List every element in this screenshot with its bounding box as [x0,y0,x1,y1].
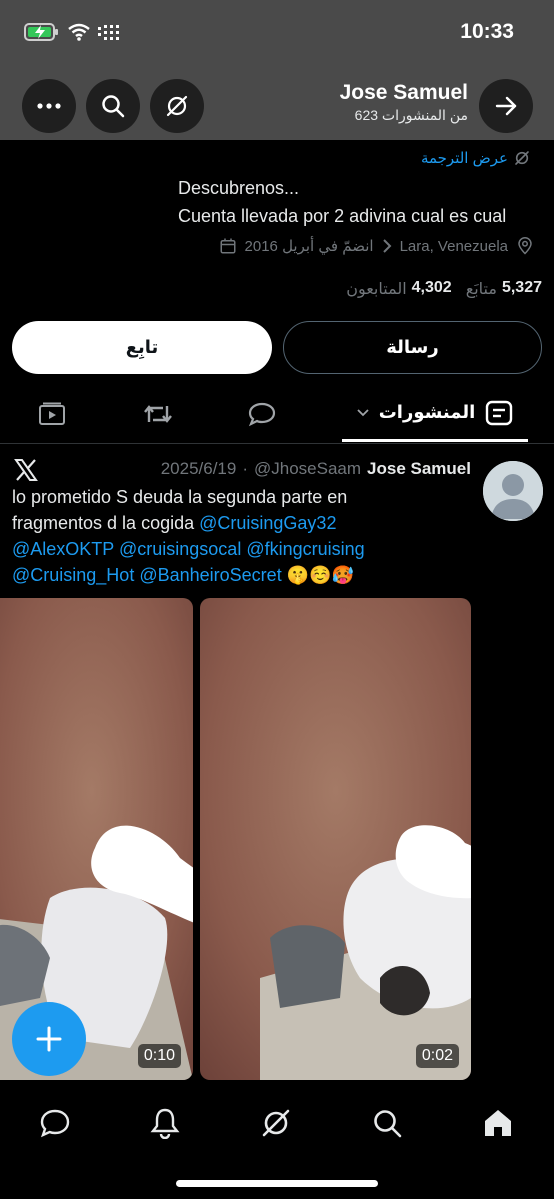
nav-notifications[interactable] [145,1103,185,1143]
compose-button[interactable] [12,1002,86,1076]
bio-line: Cuenta llevada por 2 adivina cual es cua… [178,206,507,226]
post-dot: · [242,459,249,478]
post-header: 2025/6/19 · @JhoseSaam Jose Samuel [161,459,471,479]
tab-replies[interactable] [232,386,292,442]
tab-videos[interactable] [22,386,82,442]
nav-messages[interactable] [35,1103,75,1143]
profile-tabs: المنشورات [0,386,554,444]
header-posts-count: 623 من المنشورات [354,107,468,123]
following-number: 5,327 [501,279,542,296]
arrow-right-icon [495,96,517,116]
post-text-line: fragmentos d la cogida [12,513,200,533]
post-text-line: lo prometido S deuda la segunda parte en [12,487,348,507]
x-logo-icon [14,459,38,481]
status-icons [24,22,122,42]
post-author[interactable]: Jose Samuel [367,459,471,479]
search-button[interactable] [86,79,140,133]
video-thumbnail[interactable]: 0:02 [200,598,471,1080]
post-emojis: 🤫☺️🥵 [286,565,354,585]
profile-location: Lara, Venezuela [399,237,508,255]
nav-search[interactable] [367,1103,407,1143]
search-icon [102,95,125,118]
bio-line: Descubrenos... [178,178,300,198]
mention-link[interactable]: @fkingcruising [246,539,364,559]
status-time: 10:33 [460,20,514,43]
profile-meta: Lara, Venezuela انضمّ في أبريل 2016 [219,237,534,255]
search-icon [374,1110,402,1138]
back-button[interactable] [479,79,533,133]
chevron-right-icon [382,239,391,253]
mention-link[interactable]: @BanheiroSecret [139,565,281,585]
repost-icon [144,405,172,423]
video-duration: 0:10 [137,1044,181,1068]
grok-icon [166,95,188,117]
video-duration: 0:02 [415,1044,459,1068]
message-button[interactable]: رسالة [283,321,542,374]
more-button[interactable] [22,79,76,133]
follow-button[interactable]: تابِع [12,321,272,374]
followers-number: 4,302 [411,279,452,296]
mention-link[interactable]: @cruisingsocal [119,539,241,559]
nav-grok[interactable] [256,1103,296,1143]
mention-link[interactable]: @Cruising_Hot [12,565,134,585]
chat-icon [40,1109,70,1138]
profile-counts: 5,327 متابَع 4,302 المتابعون [346,279,542,299]
video-frame [200,598,471,1080]
grok-button[interactable] [150,79,204,133]
following-count[interactable]: 5,327 متابَع [466,279,542,299]
mention-link[interactable]: @AlexOKTP [12,539,114,559]
grok-icon [515,151,529,165]
post-text: lo prometido S deuda la segunda parte en… [12,484,472,588]
signal-icon [98,25,119,40]
tab-reposts[interactable] [128,386,188,442]
tab-posts[interactable]: المنشورات [342,386,528,442]
translate-label: عرض الترجمة [420,150,508,167]
post-date: 2025/6/19 [160,459,237,478]
plus-icon [36,1026,62,1052]
following-label: متابَع [465,281,497,298]
profile-header: Jose Samuel 623 من المنشورات [0,62,554,140]
wifi-icon [68,23,90,41]
more-icon [37,103,61,109]
status-bar: 10:33 [0,0,554,62]
profile-joined: انضمّ في أبريل 2016 [244,238,374,255]
location-icon [518,237,532,255]
video-icon [39,402,65,425]
tab-posts-label: المنشورات [378,402,476,422]
home-indicator [176,1180,378,1187]
chevron-down-icon [357,408,369,416]
posts-icon [486,400,513,425]
header-name: Jose Samuel [339,81,468,104]
show-translation-link[interactable]: عرض الترجمة [421,149,530,167]
mention-link[interactable]: @CruisingGay32 [199,513,336,533]
post-handle[interactable]: @JhoseSaam [254,459,361,479]
default-avatar-icon [483,461,543,521]
reply-icon [248,402,276,427]
followers-count[interactable]: 4,302 المتابعون [346,279,452,299]
battery-charging-icon [24,23,58,41]
calendar-icon [220,238,236,254]
bell-icon [150,1108,180,1139]
followers-label: المتابعون [346,281,407,298]
profile-bio: Descubrenos... Cuenta llevada por 2 adiv… [178,174,506,230]
grok-icon [262,1109,290,1137]
home-icon [485,1110,511,1136]
avatar[interactable] [483,461,543,521]
nav-home[interactable] [478,1103,518,1143]
header-title: Jose Samuel 623 من المنشورات [340,81,468,124]
